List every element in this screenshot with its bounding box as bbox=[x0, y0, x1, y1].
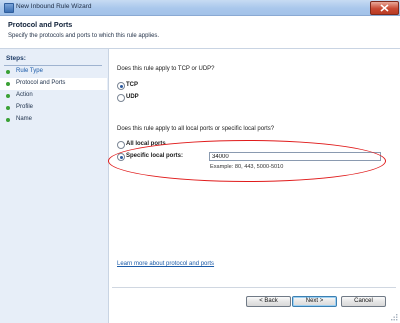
back-button[interactable]: < Back bbox=[246, 296, 291, 307]
step-status-dot-icon bbox=[6, 94, 10, 98]
step-status-dot-icon bbox=[6, 118, 10, 122]
step-label: Name bbox=[16, 116, 33, 122]
footer-divider bbox=[112, 287, 396, 288]
all-local-ports-label[interactable]: All local ports bbox=[126, 141, 166, 147]
protocol-question: Does this rule apply to TCP or UDP? bbox=[117, 66, 215, 72]
specific-local-ports-radio[interactable] bbox=[117, 153, 125, 161]
page-title: Protocol and Ports bbox=[8, 20, 73, 29]
steps-title: Steps: bbox=[6, 55, 26, 62]
next-button[interactable]: Next > bbox=[292, 296, 337, 307]
ports-question: Does this rule apply to all local ports … bbox=[117, 126, 275, 132]
resize-grip-icon[interactable] bbox=[390, 313, 398, 321]
tcp-radio[interactable] bbox=[117, 82, 125, 90]
wizard-header: Protocol and Ports Specify the protocols… bbox=[0, 16, 400, 49]
tcp-label[interactable]: TCP bbox=[126, 82, 138, 88]
step-action: Action bbox=[0, 90, 107, 102]
step-label: Profile bbox=[16, 104, 34, 110]
close-icon bbox=[380, 4, 389, 12]
step-protocol-and-ports[interactable]: Protocol and Ports bbox=[0, 78, 107, 90]
step-name: Name bbox=[0, 114, 107, 126]
step-status-dot-icon bbox=[6, 106, 10, 110]
window-title: New Inbound Rule Wizard bbox=[16, 3, 92, 10]
all-local-ports-radio[interactable] bbox=[117, 141, 125, 149]
step-label: Protocol and Ports bbox=[16, 80, 66, 86]
specific-ports-input[interactable] bbox=[209, 152, 381, 161]
ports-example-hint: Example: 80, 443, 5000-5010 bbox=[210, 164, 284, 170]
learn-more-link[interactable]: Learn more about protocol and ports bbox=[117, 261, 214, 267]
step-status-dot-icon bbox=[6, 70, 10, 74]
cancel-button[interactable]: Cancel bbox=[341, 296, 386, 307]
step-status-dot-icon bbox=[6, 82, 10, 86]
step-label: Action bbox=[16, 92, 33, 98]
wizard-window: New Inbound Rule Wizard Protocol and Por… bbox=[0, 0, 400, 323]
page-subtitle: Specify the protocols and ports to which… bbox=[8, 33, 160, 39]
close-button[interactable] bbox=[370, 1, 399, 15]
udp-label[interactable]: UDP bbox=[126, 94, 139, 100]
steps-panel: Steps: Rule Type Protocol and Ports Acti… bbox=[0, 49, 109, 323]
udp-radio[interactable] bbox=[117, 94, 125, 102]
step-rule-type[interactable]: Rule Type bbox=[0, 66, 107, 78]
step-label: Rule Type bbox=[16, 68, 43, 74]
firewall-app-icon bbox=[4, 3, 14, 13]
specific-local-ports-label[interactable]: Specific local ports: bbox=[126, 153, 183, 159]
step-profile: Profile bbox=[0, 102, 107, 114]
title-bar[interactable]: New Inbound Rule Wizard bbox=[0, 0, 400, 16]
